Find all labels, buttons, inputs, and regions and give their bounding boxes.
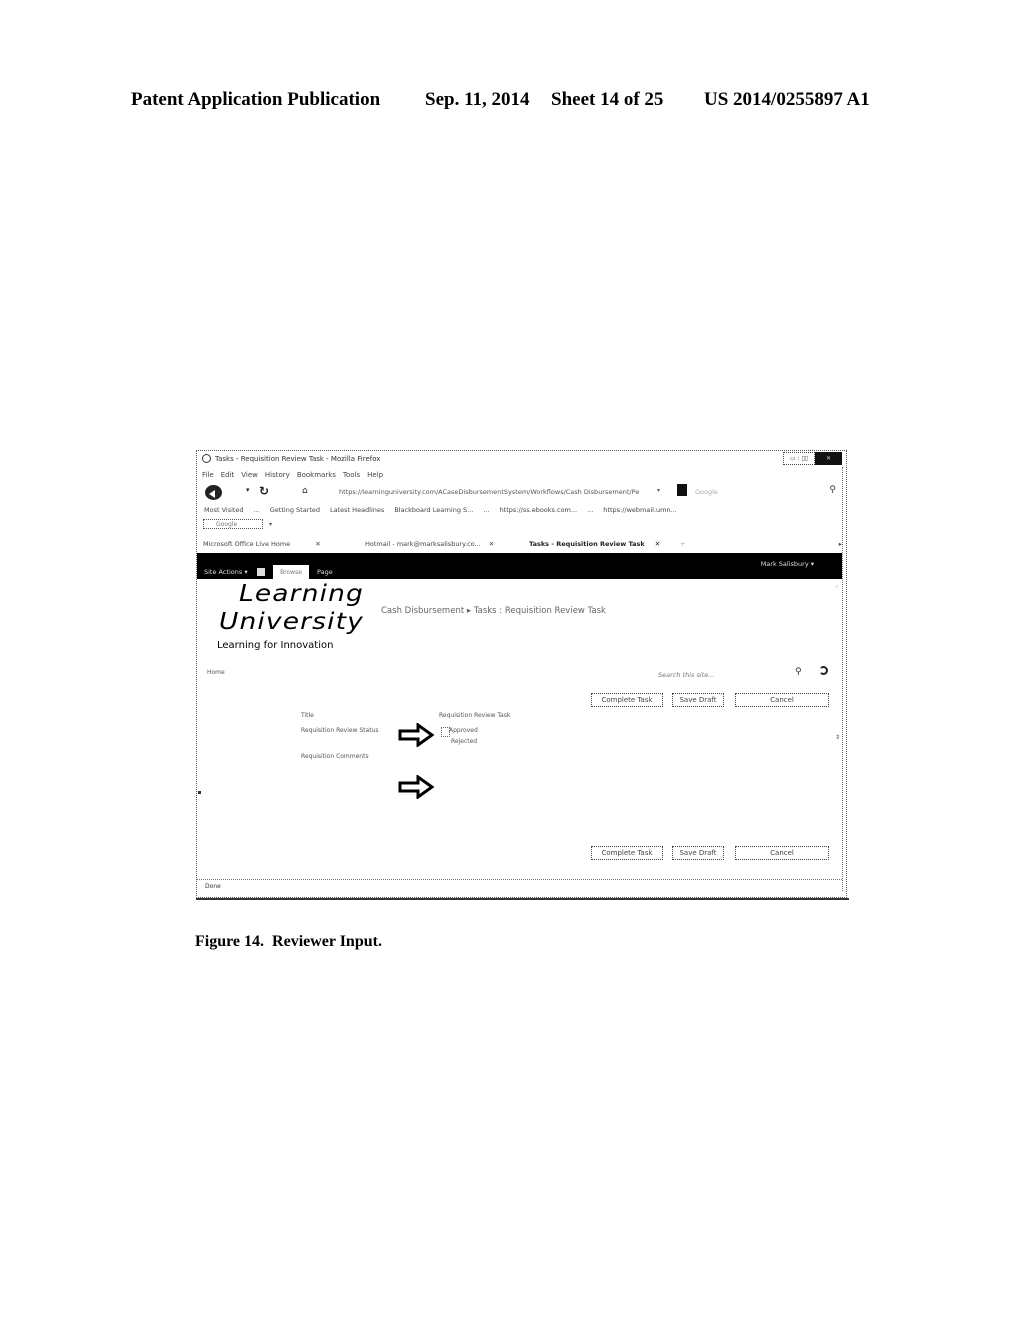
left-edge-marker [198, 791, 201, 794]
user-menu[interactable]: Mark Salisbury ▾ [761, 560, 814, 568]
complete-task-button[interactable]: Complete Task [591, 693, 663, 707]
pointer-arrow-icon [398, 723, 434, 747]
close-window-button[interactable]: ✕ [815, 452, 842, 465]
history-dropdown-icon[interactable]: ▾ [246, 486, 250, 494]
search-icon[interactable]: ⚲ [795, 667, 802, 677]
patent-number: US 2014/0255897 A1 [704, 89, 870, 110]
comments-label: Requisition Comments [301, 753, 369, 760]
edit-page-icon[interactable] [257, 568, 265, 576]
ribbon-tab-page[interactable]: Page [317, 568, 333, 576]
scroll-indicator-icon[interactable]: ⇕ [835, 734, 840, 741]
bookmark-separator: ... [483, 506, 490, 514]
publication-date: Sep. 11, 2014 [425, 89, 530, 110]
site-search-input[interactable]: Search this site... [658, 671, 714, 679]
close-tab-icon[interactable]: ✕ [315, 540, 320, 548]
window-title: Tasks - Requisition Review Task - Mozill… [215, 455, 381, 463]
save-draft-button[interactable]: Save Draft [672, 846, 724, 860]
bookmarks-bar: Most Visited ... Getting Started Latest … [204, 506, 677, 514]
menu-view[interactable]: View [241, 471, 258, 479]
menu-edit[interactable]: Edit [221, 471, 235, 479]
bookmark-most-visited[interactable]: Most Visited [204, 506, 244, 514]
url-input[interactable]: https://learninguniversity.com/ACaseDisb… [339, 488, 649, 496]
help-icon[interactable] [819, 666, 828, 675]
resize-icon: ⸝ [834, 582, 838, 589]
bookmark-ebooks[interactable]: https://ss.ebooks.com... [500, 506, 578, 514]
logo-line-2: University [219, 609, 364, 635]
navigation-bar: ▾ ↻ ⌂ https://learninguniversity.com/ACa… [202, 484, 836, 500]
cancel-button[interactable]: Cancel [735, 693, 829, 707]
home-icon[interactable]: ⌂ [302, 486, 308, 496]
save-draft-button[interactable]: Save Draft [672, 693, 724, 707]
firefox-icon [202, 454, 211, 463]
tab-label: Microsoft Office Live Home [203, 540, 291, 548]
publication-label: Patent Application Publication [131, 89, 381, 110]
bookmark-webmail[interactable]: https://webmail.umn... [603, 506, 677, 514]
window-controls: ▭ : ▯▯ ✕ [783, 452, 842, 465]
tab-label: Hotmail - mark@marksalisbury.co... [365, 540, 481, 548]
site-actions-menu[interactable]: Site Actions ▾ [204, 568, 248, 576]
search-icon[interactable]: ⚲ [829, 485, 836, 495]
bookmark-separator: ... [253, 506, 260, 514]
menu-file[interactable]: File [202, 471, 214, 479]
close-tab-icon[interactable]: ✕ [655, 540, 660, 548]
tab-office-live[interactable]: Microsoft Office Live Home ✕ [203, 540, 321, 548]
patent-header: Patent Application Publication Sep. 11, … [131, 89, 891, 113]
menu-bookmarks[interactable]: Bookmarks [297, 471, 336, 479]
sharepoint-ribbon: Mark Salisbury ▾ Site Actions ▾ Browse P… [197, 553, 842, 579]
complete-task-button[interactable]: Complete Task [591, 846, 663, 860]
addon-dropdown-icon[interactable]: ▾ [269, 521, 272, 528]
option-approved[interactable]: Approved [449, 727, 478, 734]
tab-label: Tasks - Requisition Review Task [529, 540, 645, 548]
bookmark-separator: ... [587, 506, 594, 514]
reload-icon[interactable]: ↻ [259, 484, 269, 498]
pointer-arrow-icon [398, 775, 434, 799]
option-rejected[interactable]: Rejected [451, 738, 477, 745]
logo-tagline: Learning for Innovation [217, 640, 334, 651]
ribbon-tab-browse[interactable]: Browse [273, 565, 309, 579]
bookmark-latest-headlines[interactable]: Latest Headlines [330, 506, 384, 514]
status-bar-divider [197, 879, 842, 880]
window-shadow [196, 898, 849, 900]
home-link[interactable]: Home [207, 669, 225, 676]
menu-history[interactable]: History [265, 471, 290, 479]
cancel-button[interactable]: Cancel [735, 846, 829, 860]
back-button-icon[interactable] [205, 485, 222, 500]
review-status-label: Requisition Review Status [301, 727, 379, 734]
restore-button[interactable]: ▭ : ▯▯ [783, 452, 815, 465]
sheet-number: Sheet 14 of 25 [551, 89, 664, 110]
title-label: Title [301, 712, 314, 719]
new-tab-button[interactable]: + [680, 540, 685, 548]
logo-line-1: Learning [239, 581, 364, 607]
tab-requisition-review[interactable]: Tasks - Requisition Review Task ✕ [529, 540, 660, 548]
bookmark-blackboard[interactable]: Blackboard Learning S... [394, 506, 473, 514]
title-value: Requisition Review Task [439, 712, 511, 719]
bookmark-getting-started[interactable]: Getting Started [270, 506, 320, 514]
close-tab-icon[interactable]: ✕ [489, 540, 494, 548]
menu-tools[interactable]: Tools [343, 471, 360, 479]
search-engine-icon[interactable] [677, 484, 687, 496]
addon-toolbar-field[interactable]: Google [203, 519, 263, 529]
browser-search-input[interactable]: Google [695, 488, 718, 496]
window-right-border [842, 467, 843, 891]
browser-window-figure: Tasks - Requisition Review Task - Mozill… [196, 450, 849, 900]
window-titlebar: Tasks - Requisition Review Task - Mozill… [197, 451, 846, 467]
status-bar-text: Done [205, 883, 221, 890]
url-dropdown-icon[interactable]: ▾ [657, 487, 660, 494]
menu-bar: File Edit View History Bookmarks Tools H… [202, 471, 383, 479]
figure-caption: Figure 14. Reviewer Input. [195, 933, 382, 950]
browser-tab-strip: Microsoft Office Live Home ✕ Hotmail - ma… [203, 538, 842, 552]
menu-help[interactable]: Help [367, 471, 383, 479]
tab-hotmail[interactable]: Hotmail - mark@marksalisbury.co... ✕ [365, 540, 494, 548]
breadcrumb: Cash Disbursement ▸ Tasks : Requisition … [381, 606, 606, 616]
